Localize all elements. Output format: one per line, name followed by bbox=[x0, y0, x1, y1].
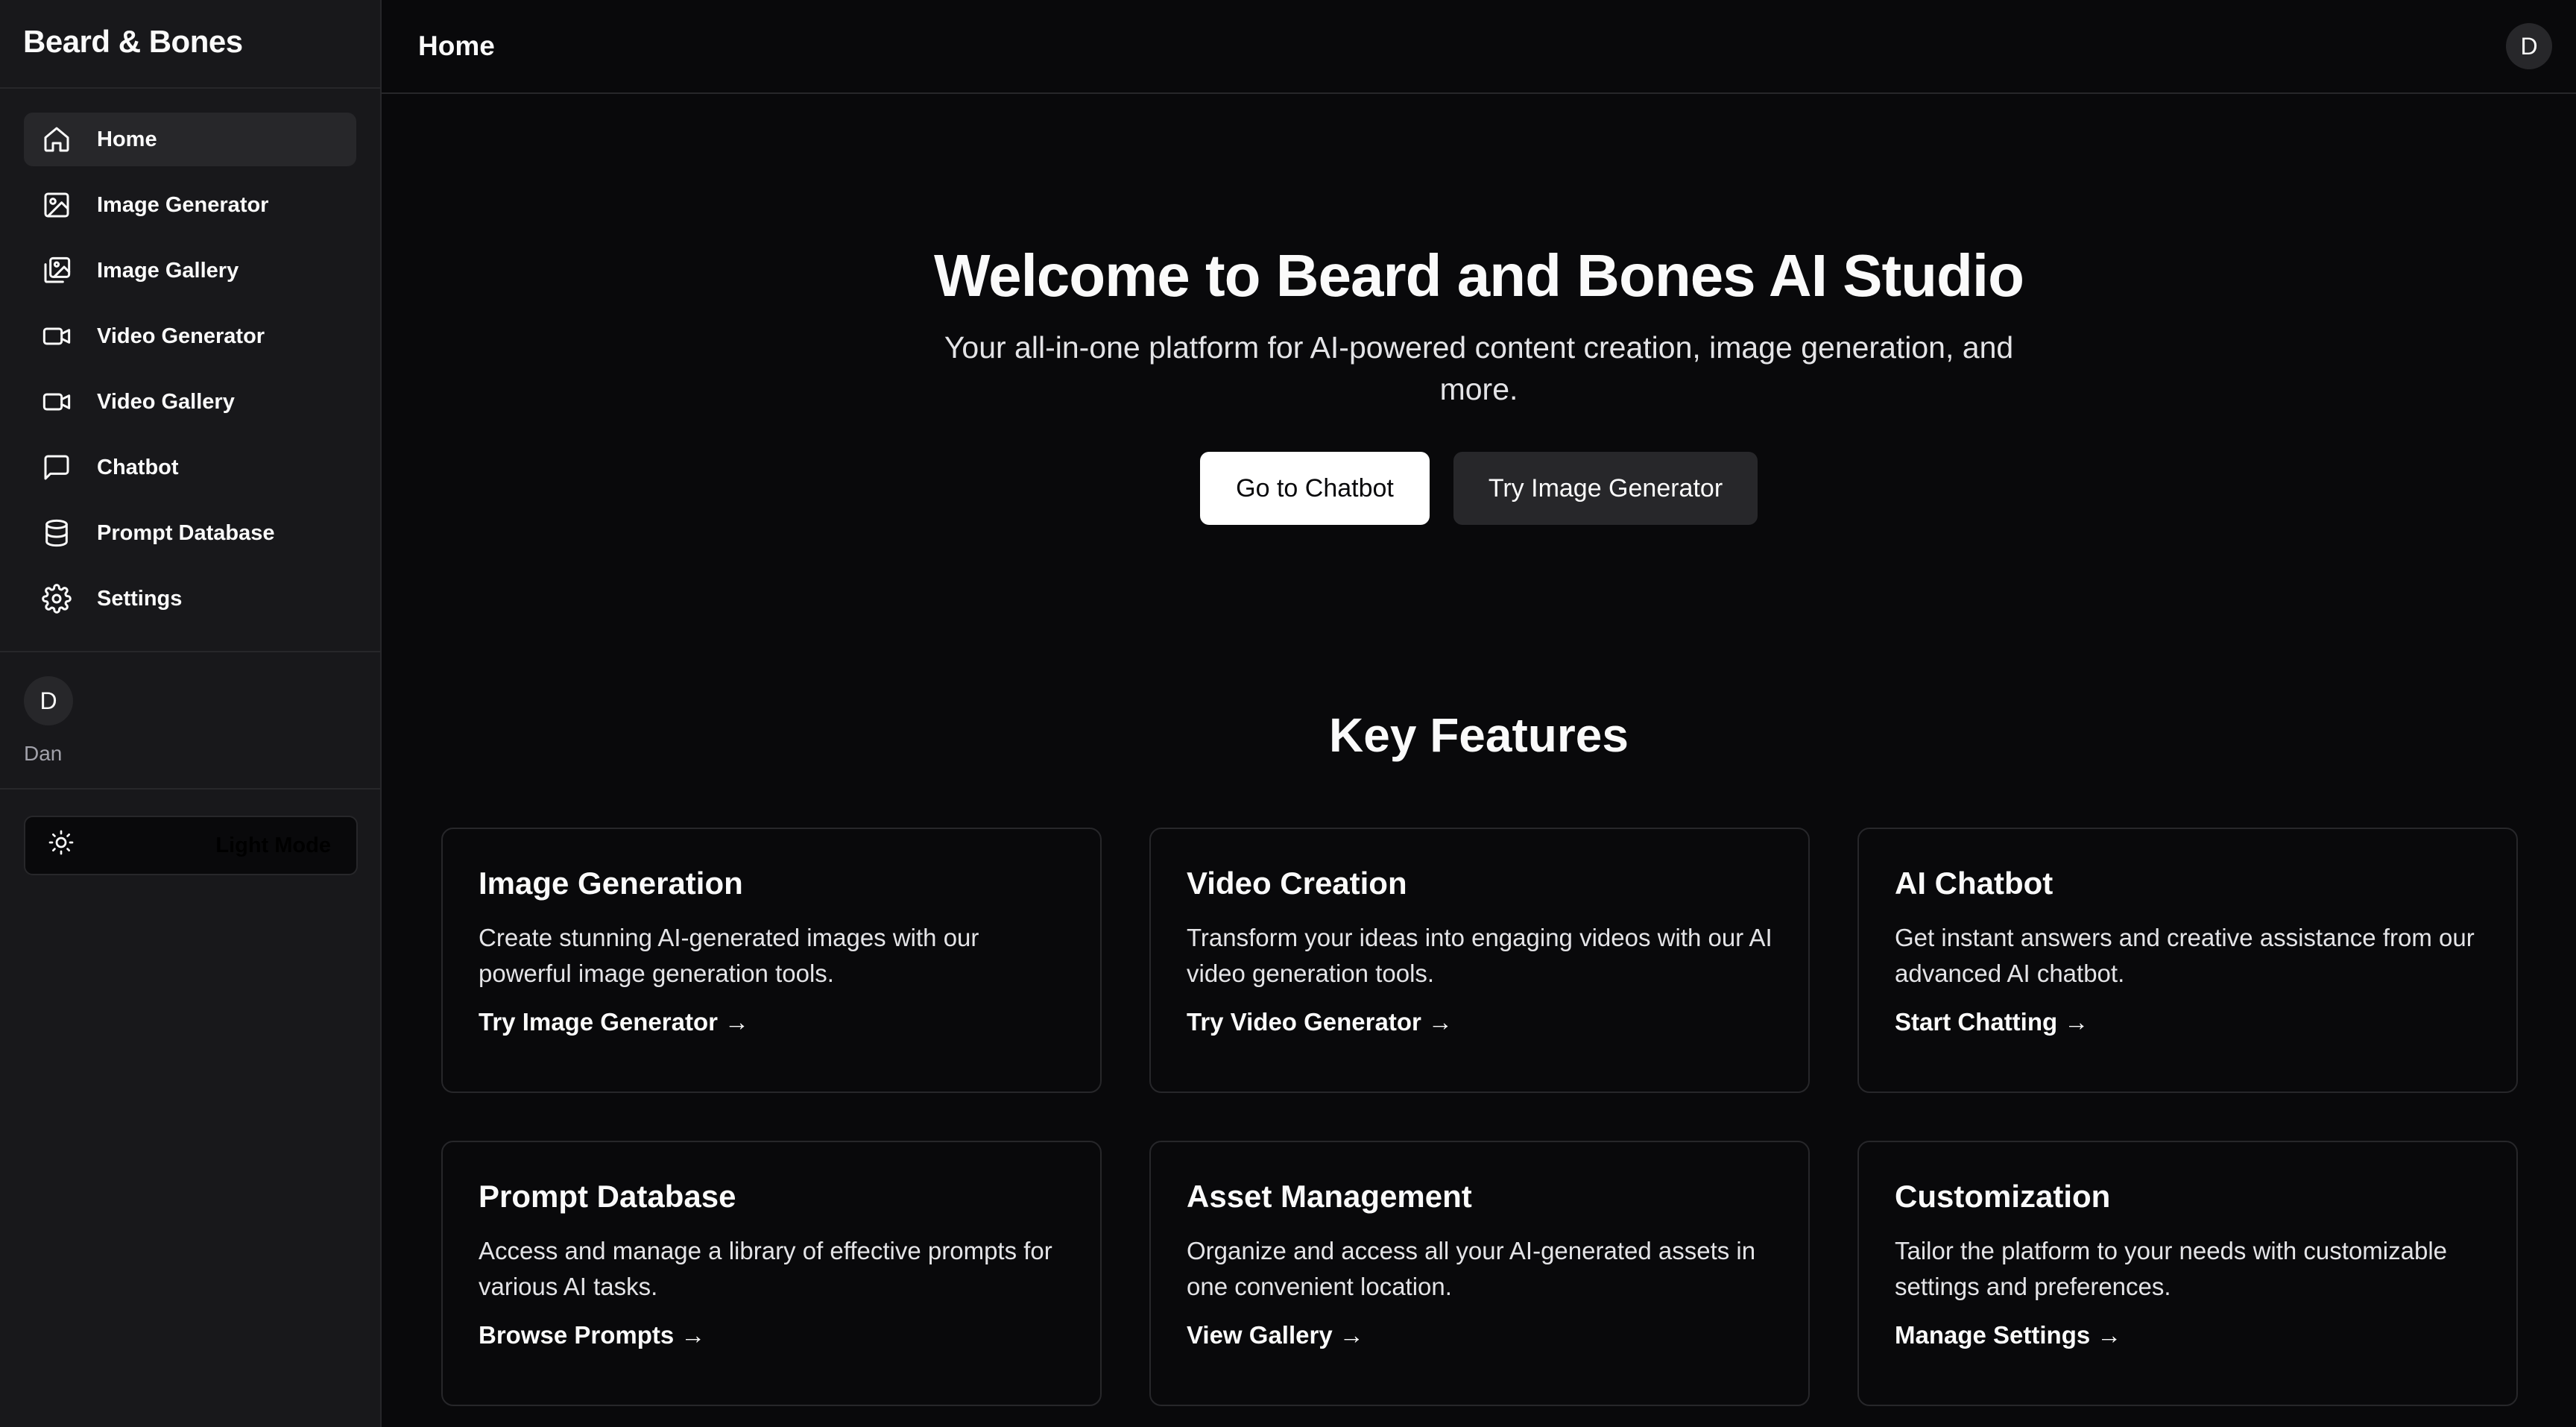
try-video-generator-link[interactable]: Try Video Generator → bbox=[1187, 1008, 1453, 1036]
start-chatting-link[interactable]: Start Chatting → bbox=[1895, 1008, 2089, 1036]
card-title: Customization bbox=[1895, 1179, 2111, 1214]
user-name: Dan bbox=[24, 742, 63, 765]
card-description: Access and manage a library of effective… bbox=[479, 1237, 1052, 1301]
sidebar-item-chatbot[interactable]: Chatbot bbox=[24, 441, 356, 494]
top-header: Home D bbox=[382, 0, 2576, 94]
sidebar-item-image-generator[interactable]: Image Generator bbox=[24, 178, 356, 232]
sidebar-item-home[interactable]: Home bbox=[24, 113, 356, 166]
browse-prompts-link[interactable]: Browse Prompts → bbox=[479, 1321, 705, 1349]
card-description: Get instant answers and creative assista… bbox=[1895, 924, 2475, 988]
sidebar-item-prompt-database[interactable]: Prompt Database bbox=[24, 506, 356, 560]
sidebar-item-settings[interactable]: Settings bbox=[24, 572, 356, 626]
card-description: Transform your ideas into engaging video… bbox=[1187, 924, 1772, 988]
sidebar-nav: Home Image Generator Image Gallery Video… bbox=[0, 89, 380, 652]
home-icon bbox=[40, 123, 73, 156]
light-mode-toggle[interactable]: Light Mode bbox=[24, 816, 358, 875]
card-description: Create stunning AI-generated images with… bbox=[479, 924, 979, 988]
gear-icon bbox=[40, 582, 73, 615]
images-icon bbox=[40, 254, 73, 287]
hero-subtitle: Your all-in-one platform for AI-powered … bbox=[944, 330, 2014, 406]
sidebar-item-image-gallery[interactable]: Image Gallery bbox=[24, 244, 356, 297]
card-description: Organize and access all your AI-generate… bbox=[1187, 1237, 1756, 1301]
feature-card-video-creation: Video Creation Transform your ideas into… bbox=[1149, 828, 1810, 1093]
sidebar-item-label: Prompt Database bbox=[97, 520, 275, 545]
main-content: Welcome to Beard and Bones AI Studio You… bbox=[382, 94, 2576, 1427]
sidebar-item-label: Image Gallery bbox=[97, 258, 239, 283]
feature-card-asset-management: Asset Management Organize and access all… bbox=[1149, 1141, 1810, 1406]
brand-title: Beard & Bones bbox=[0, 0, 380, 89]
card-title: Image Generation bbox=[479, 866, 743, 901]
user-profile[interactable]: D Dan bbox=[0, 652, 380, 790]
video-icon bbox=[40, 320, 73, 353]
image-icon bbox=[40, 189, 73, 221]
view-gallery-link[interactable]: View Gallery → bbox=[1187, 1321, 1364, 1349]
page-title: Home bbox=[418, 31, 495, 61]
video-icon bbox=[40, 385, 73, 418]
go-to-chatbot-button[interactable]: Go to Chatbot bbox=[1200, 452, 1430, 525]
sidebar-item-label: Chatbot bbox=[97, 455, 179, 479]
hero-actions: Go to Chatbot Try Image Generator bbox=[382, 452, 2576, 525]
light-mode-label: Light Mode bbox=[215, 833, 331, 857]
hero-section: Welcome to Beard and Bones AI Studio You… bbox=[382, 94, 2576, 525]
feature-card-image-generation: Image Generation Create stunning AI-gene… bbox=[441, 828, 1102, 1093]
sidebar-item-label: Video Generator bbox=[97, 324, 265, 348]
sidebar-item-label: Video Gallery bbox=[97, 389, 235, 414]
sun-icon bbox=[48, 829, 75, 862]
message-square-icon bbox=[40, 451, 73, 484]
feature-card-ai-chatbot: AI Chatbot Get instant answers and creat… bbox=[1857, 828, 2518, 1093]
features-grid: Image Generation Create stunning AI-gene… bbox=[441, 828, 2525, 1406]
card-title: Asset Management bbox=[1187, 1179, 1472, 1214]
card-title: Prompt Database bbox=[479, 1179, 736, 1214]
feature-card-prompt-database: Prompt Database Access and manage a libr… bbox=[441, 1141, 1102, 1406]
sidebar-item-label: Settings bbox=[97, 586, 183, 611]
manage-settings-link[interactable]: Manage Settings → bbox=[1895, 1321, 2121, 1349]
sidebar-item-label: Home bbox=[97, 127, 157, 151]
sidebar-item-label: Image Generator bbox=[97, 192, 269, 217]
try-image-generator-button[interactable]: Try Image Generator bbox=[1453, 452, 1758, 525]
card-description: Tailor the platform to your needs with c… bbox=[1895, 1237, 2448, 1301]
hero-title: Welcome to Beard and Bones AI Studio bbox=[934, 242, 2024, 309]
sidebar: Beard & Bones Home Image Generator Image… bbox=[0, 0, 382, 1427]
sidebar-item-video-generator[interactable]: Video Generator bbox=[24, 309, 356, 363]
card-title: Video Creation bbox=[1187, 866, 1407, 901]
sidebar-item-video-gallery[interactable]: Video Gallery bbox=[24, 375, 356, 429]
header-avatar[interactable]: D bbox=[2506, 23, 2552, 69]
feature-card-customization: Customization Tailor the platform to you… bbox=[1857, 1141, 2518, 1406]
database-icon bbox=[40, 517, 73, 549]
card-title: AI Chatbot bbox=[1895, 866, 2053, 901]
try-image-generator-link[interactable]: Try Image Generator → bbox=[479, 1008, 749, 1036]
avatar: D bbox=[24, 676, 73, 725]
features-title: Key Features bbox=[1329, 708, 1629, 762]
